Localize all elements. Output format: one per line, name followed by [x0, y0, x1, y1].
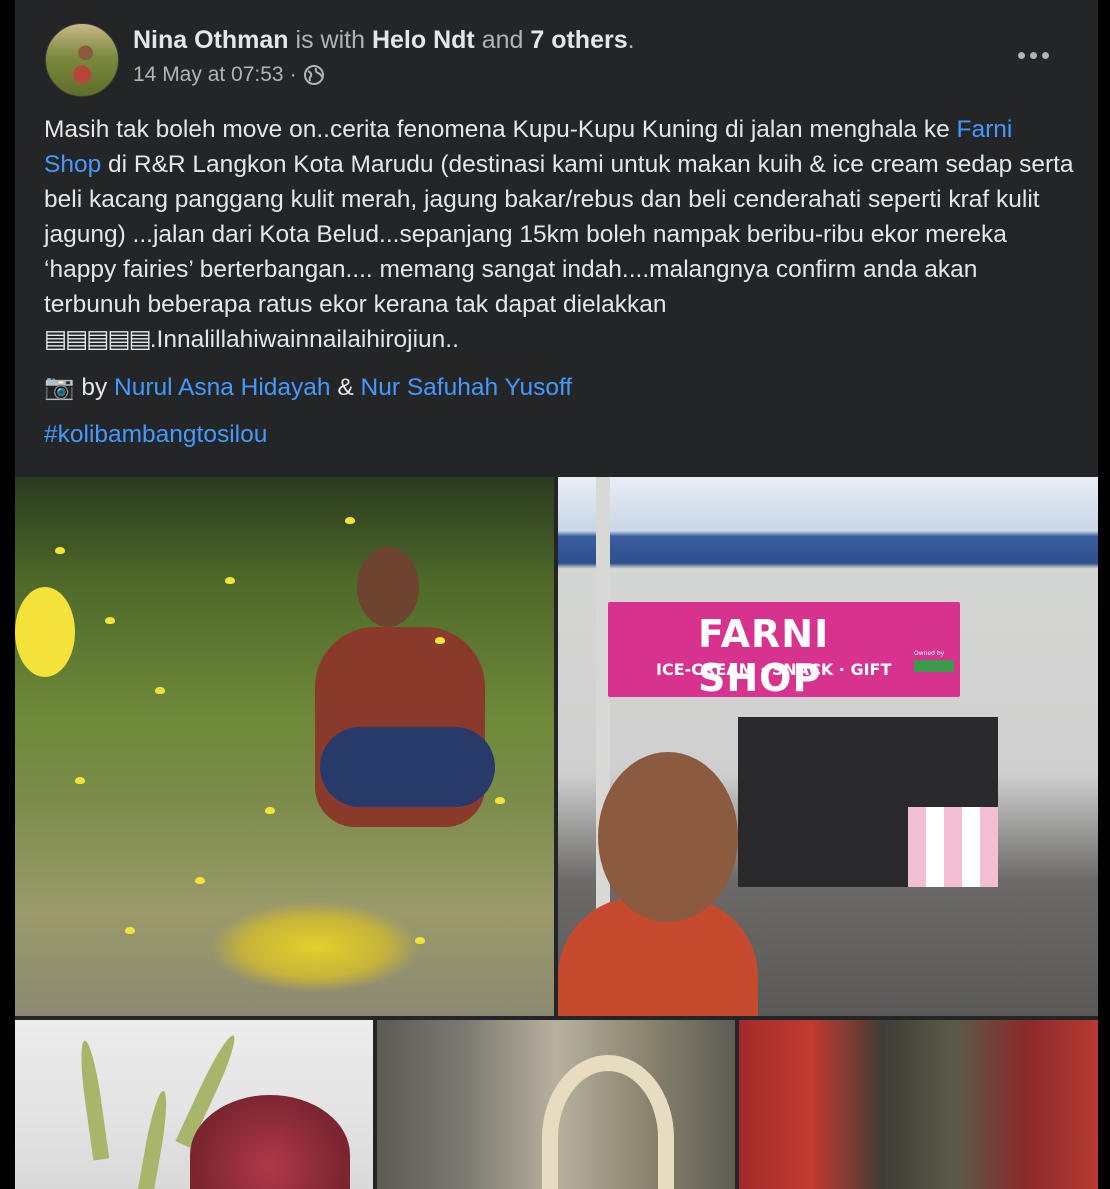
corn-husk-wreath: [542, 1055, 674, 1189]
post-body: Masih tak boleh move on..cerita fenomena…: [44, 112, 1074, 357]
butterfly-shape: [55, 547, 65, 554]
shop-sign-owned-text: Owned by: [914, 650, 945, 657]
butterfly-shape: [75, 777, 85, 784]
photo-credit: 📷 by Nurul Asna Hidayah & Nur Safuhah Yu…: [44, 372, 572, 402]
tagged-person[interactable]: Helo Ndt: [372, 26, 475, 54]
photo-corn-plant[interactable]: [739, 1020, 1098, 1189]
post-title-line: Nina Othman is with Helo Ndt and 7 other…: [133, 26, 635, 55]
body-text-3: .Innalillahiwainnailaihirojiun..: [149, 326, 459, 353]
butterfly-shape: [415, 937, 425, 944]
butterfly-shape: [435, 637, 445, 644]
period: .: [627, 26, 635, 54]
author-name[interactable]: Nina Othman: [133, 26, 289, 54]
and-text: and: [481, 26, 524, 54]
credit-by: by: [74, 374, 115, 401]
credit-amp: &: [330, 374, 361, 401]
butterfly-shape: [105, 617, 115, 624]
butterfly-shape: [155, 687, 165, 694]
butterfly-shape: [345, 517, 355, 524]
corn-husk: [134, 1089, 172, 1189]
post-meta: 14 May at 07:53 ·: [133, 63, 325, 87]
more-options-icon[interactable]: [1013, 40, 1053, 70]
photo-subject-legs: [320, 727, 495, 807]
camera-icon: 📷: [44, 374, 75, 401]
butterfly-shape: [265, 807, 275, 814]
butterfly-shape: [125, 927, 135, 934]
globe-icon[interactable]: [303, 64, 325, 86]
corn-husk: [76, 1039, 110, 1161]
butterfly-shape: [495, 797, 505, 804]
butterfly-shape: [195, 877, 205, 884]
photo-corn[interactable]: [15, 1020, 373, 1189]
butterfly-shape: [15, 587, 75, 677]
shop-sign: FARNI SHOP ICE-CREAM · SNACK · GIFT Owne…: [608, 602, 960, 700]
with-text: is with: [295, 26, 365, 54]
selfie-face: [598, 752, 738, 922]
photo-subject-head: [357, 547, 419, 627]
tagged-others[interactable]: 7 others: [530, 26, 627, 54]
facebook-post: Nina Othman is with Helo Ndt and 7 other…: [15, 0, 1098, 1189]
photo-farni-shop[interactable]: FARNI SHOP ICE-CREAM · SNACK · GIFT Owne…: [558, 477, 1098, 1016]
photo-butterflies[interactable]: [15, 477, 554, 1016]
shop-sign-badge: [914, 660, 954, 672]
shop-sign-tagline: ICE-CREAM · SNACK · GIFT: [656, 660, 892, 679]
emoji-blocks: ▤▤▤▤▤: [44, 326, 152, 353]
butterfly-shape: [225, 577, 235, 584]
body-text-1: Masih tak boleh move on..cerita fenomena…: [44, 116, 957, 143]
link-person-2[interactable]: Nur Safuhah Yusoff: [361, 374, 573, 401]
ice-cream-counter: [908, 807, 998, 887]
corn-cob: [190, 1095, 350, 1189]
hashtag-link[interactable]: #kolibambangtosilou: [44, 421, 267, 449]
photo-corn-craft[interactable]: [377, 1020, 735, 1189]
author-avatar[interactable]: [45, 23, 119, 97]
body-text-2: di R&R Langkon Kota Marudu (destinasi ka…: [44, 151, 1074, 318]
link-person-1[interactable]: Nurul Asna Hidayah: [114, 374, 331, 401]
shop-sign-owned: Owned by: [914, 650, 954, 676]
post-timestamp[interactable]: 14 May at 07:53: [133, 63, 284, 87]
meta-separator: ·: [289, 63, 297, 86]
post-header: Nina Othman is with Helo Ndt and 7 other…: [15, 0, 1098, 100]
